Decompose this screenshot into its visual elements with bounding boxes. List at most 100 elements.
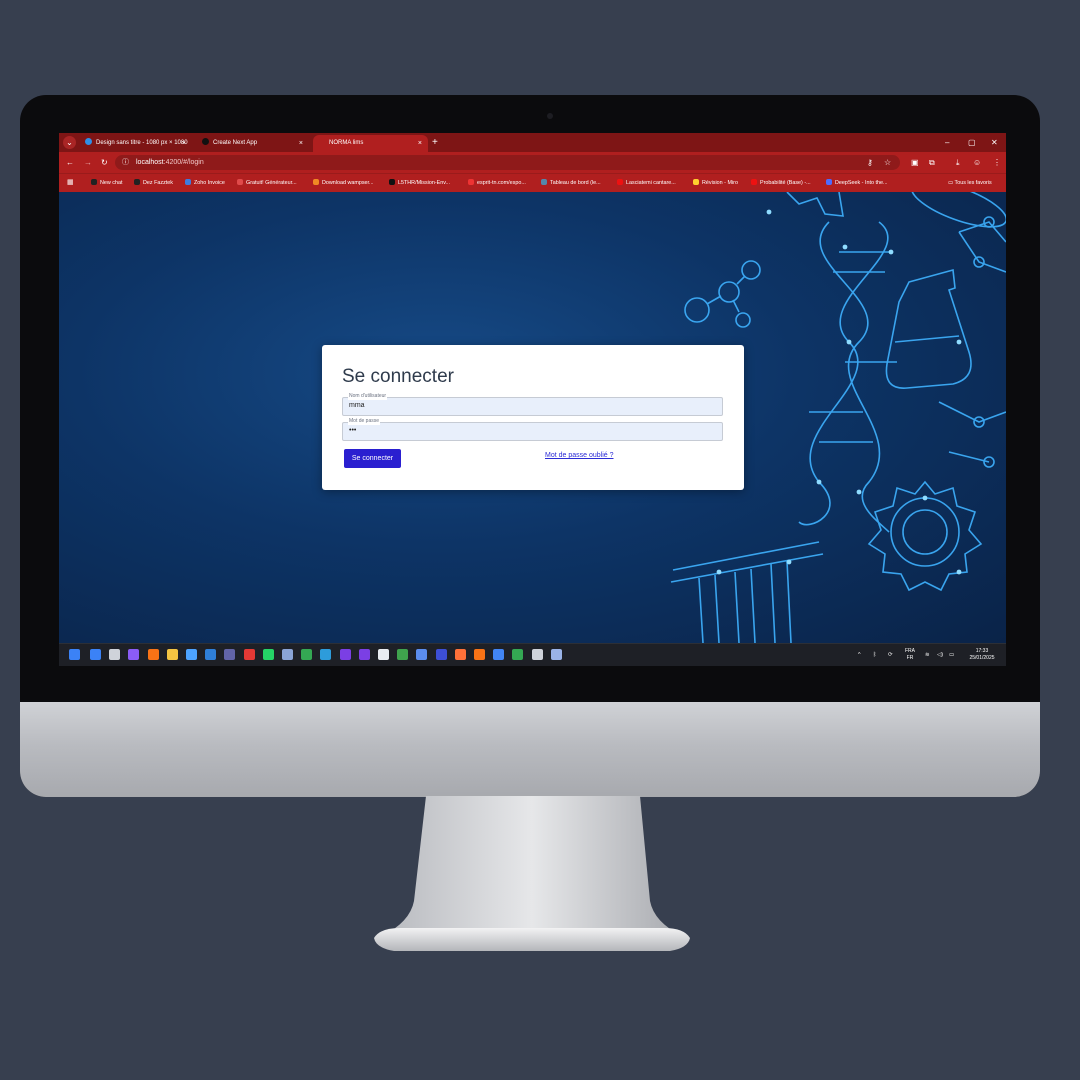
sync-icon[interactable]: ⟳ [888, 644, 893, 666]
tab-norma-lims[interactable]: NORMA lims × [313, 135, 428, 152]
close-tab-icon[interactable]: × [299, 135, 303, 152]
forgot-password-link[interactable]: Mot de passe oublié ? [545, 452, 614, 459]
url-text[interactable]: localhost:4200/#/login [136, 155, 204, 170]
bookmark-item[interactable]: Révision - Miro [693, 174, 738, 192]
battery-icon[interactable]: ▭ [949, 644, 954, 666]
bookmark-item[interactable]: esprit-tn.com/espo... [468, 174, 526, 192]
taskbar-app-icon[interactable] [262, 649, 274, 660]
taskbar-app-icon[interactable] [339, 649, 351, 660]
bookmark-item[interactable]: L5THR/Mission-Env... [389, 174, 450, 192]
extension-icon[interactable]: ▣ [911, 152, 919, 173]
username-input[interactable] [349, 402, 709, 409]
username-field[interactable]: Nom d'utilisateur [342, 393, 723, 416]
bluetooth-icon[interactable]: ᛒ [873, 644, 876, 666]
taskbar-app-icon[interactable] [493, 649, 505, 660]
bookmark-item[interactable]: Dez Fazztek [134, 174, 173, 192]
taskbar-app-icon[interactable] [550, 649, 562, 660]
youtube-icon [751, 179, 757, 185]
taskbar-app-icon[interactable] [358, 649, 370, 660]
apps-grid-icon[interactable]: ▦ [67, 174, 74, 192]
close-tab-icon[interactable]: × [418, 135, 422, 152]
taskbar-app-icon[interactable] [397, 649, 409, 660]
extensions-puzzle-icon[interactable]: ⧉ [929, 152, 935, 173]
password-input[interactable] [349, 427, 709, 434]
taskbar-app-icon[interactable] [90, 649, 101, 660]
taskbar-app-icon[interactable] [512, 649, 524, 660]
taskbar-app-icon[interactable] [224, 649, 236, 660]
bookmark-item[interactable]: Gratuit! Générateur... [237, 174, 297, 192]
taskbar-app-icon[interactable] [416, 649, 428, 660]
tab-next-app[interactable]: Create Next App × [196, 135, 309, 152]
password-field[interactable]: Mot de passe [342, 418, 723, 441]
bookmark-item[interactable]: DeepSeek - Into the... [826, 174, 887, 192]
tab-label: NORMA lims [329, 140, 364, 146]
url-host: localhost [136, 159, 164, 166]
taskbar-app-icon[interactable] [147, 649, 159, 660]
taskbar-app-icon[interactable] [128, 649, 140, 660]
monitor-stand [374, 796, 690, 951]
bookmark-label: esprit-tn.com/espo... [477, 180, 526, 186]
back-arrow-icon[interactable]: ← [66, 152, 74, 173]
forward-arrow-icon[interactable]: → [84, 152, 92, 173]
minimize-button[interactable]: – [945, 133, 949, 152]
new-tab-button[interactable]: + [432, 135, 438, 150]
wifi-icon[interactable]: ≋ [925, 644, 930, 666]
download-icon[interactable]: ⤓ [956, 152, 960, 173]
wamp-icon [313, 179, 319, 185]
bookmark-label: Révision - Miro [702, 180, 738, 186]
login-card: Se connecter Nom d'utilisateur Mot de pa… [322, 345, 744, 490]
esprit-icon [468, 179, 474, 185]
bookmark-item[interactable]: New chat [91, 174, 122, 192]
tab-search-button[interactable]: ⌄ [63, 136, 76, 149]
profile-avatar-icon[interactable]: ☺ [973, 152, 981, 173]
reload-icon[interactable]: ↻ [101, 152, 108, 173]
password-label: Mot de passe [348, 418, 381, 425]
taskbar-app-icon[interactable] [282, 649, 293, 660]
bookmark-item[interactable]: Zoho Invoice [185, 174, 225, 192]
taskbar-app-icon[interactable] [531, 649, 543, 660]
all-bookmarks-folder[interactable]: ▭ Tous les favoris [948, 174, 992, 192]
bookmark-item[interactable]: Lasciatemi cantare... [617, 174, 676, 192]
login-title: Se connecter [342, 366, 454, 387]
bookmark-star-icon[interactable]: ☆ [884, 155, 891, 170]
taskbar-app-icon[interactable] [454, 649, 466, 660]
taskbar-app-icon[interactable] [378, 649, 389, 660]
taskbar-app-icon[interactable] [243, 649, 255, 660]
bookmark-item[interactable]: Download wampser... [313, 174, 374, 192]
address-bar[interactable]: ⓘ localhost:4200/#/login ⚷ ☆ [115, 155, 900, 170]
start-menu-icon[interactable] [69, 649, 80, 660]
taskbar-app-icon[interactable] [474, 649, 485, 660]
language-sub: FR [906, 655, 914, 661]
language-indicator[interactable]: FRA FR [905, 648, 915, 662]
taskbar-app-icon[interactable] [205, 649, 217, 660]
volume-icon[interactable]: ◁) [937, 644, 943, 666]
close-window-button[interactable]: ✕ [991, 133, 998, 152]
tab-design[interactable]: Design sans titre - 1080 px × 1080 × [79, 135, 192, 152]
taskbar-app-icon[interactable] [166, 649, 178, 660]
site-info-icon[interactable]: ⓘ [122, 157, 129, 167]
bookmark-label: Tableau de bord (le... [550, 180, 601, 186]
menu-kebab-icon[interactable]: ⋮ [993, 152, 1001, 173]
chatgpt-icon [91, 179, 97, 185]
bookmark-label: Download wampser... [322, 180, 374, 186]
maximize-button[interactable]: ▢ [968, 133, 976, 152]
clock[interactable]: 17:33 25/01/2025 [962, 648, 1002, 662]
tab-strip: ⌄ Design sans titre - 1080 px × 1080 × C… [59, 133, 1006, 152]
password-key-icon[interactable]: ⚷ [867, 155, 873, 170]
taskbar-app-icon[interactable] [109, 649, 121, 660]
bookmark-item[interactable]: Probabilité (Base) -... [751, 174, 811, 192]
login-button[interactable]: Se connecter [344, 449, 401, 468]
taskbar-app-icon[interactable] [186, 649, 197, 660]
bookmark-item[interactable]: Tableau de bord (le... [541, 174, 601, 192]
show-hidden-icons-chevron-icon[interactable]: ^ [858, 644, 861, 666]
bookmark-label: Zoho Invoice [194, 180, 225, 186]
bookmark-label: New chat [100, 180, 123, 186]
url-path: :4200/#/login [163, 159, 204, 166]
username-label: Nom d'utilisateur [348, 393, 388, 400]
taskbar-app-icon[interactable] [320, 649, 332, 660]
close-tab-icon[interactable]: × [182, 135, 186, 152]
bookmarks-bar: ▦ New chat Dez Fazztek Zoho Invoice Grat… [59, 173, 1006, 192]
taskbar-app-icon[interactable] [301, 649, 313, 660]
taskbar-app-icon[interactable] [435, 649, 447, 660]
bookmark-icon [237, 179, 243, 185]
